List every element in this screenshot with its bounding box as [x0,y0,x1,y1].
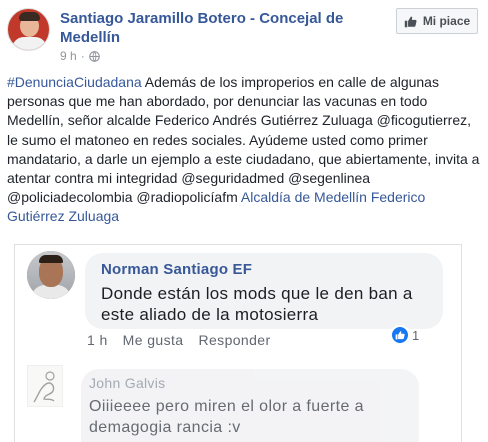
comment-reply-link: Responder [198,332,271,348]
post-text: #DenunciaCiudadana Además de los imprope… [7,73,482,227]
thumb-up-icon [404,15,417,28]
comment-like-link: Me gusta [122,332,184,348]
hashtag-link[interactable]: #DenunciaCiudadana [7,74,142,90]
comment-bubble: Norman Santiago EF Donde están los mods … [85,253,443,329]
comment-author: Norman Santiago EF [101,261,253,278]
like-reaction-icon [390,325,410,345]
post-header: Santiago Jaramillo Botero - Concejal de … [0,0,488,70]
comment-actions: 1 h Me gusta Responder [87,332,271,348]
post-meta: 9 h · [60,49,100,63]
like-page-label: Mi piace [422,14,471,28]
comment-reactions: 1 [390,324,419,346]
page-avatar[interactable] [7,8,50,51]
comment-text: Donde están los mods que le den ban a es… [101,284,413,324]
globe-icon [88,50,100,62]
like-page-button[interactable]: Mi piace [396,8,478,34]
reaction-count: 1 [412,327,420,343]
page-name-link[interactable]: Santiago Jaramillo Botero - Concejal de … [60,9,390,47]
post-body-text: Además de los improperios en calle de al… [7,74,480,206]
comment-avatar [27,365,63,407]
comment-author: John Galvis [89,375,166,391]
meta-separator: · [80,49,85,63]
comment-avatar [27,251,75,299]
post-time[interactable]: 9 h [60,49,77,63]
embedded-comment-screenshot: Norman Santiago EF Donde están los mods … [14,244,462,442]
comment-bubble: John Galvis Oiiieeee pero miren el olor … [81,369,419,442]
comment-text: Oiiieeee pero miren el olor a fuerte a d… [89,398,364,436]
comment-time: 1 h [87,332,108,348]
